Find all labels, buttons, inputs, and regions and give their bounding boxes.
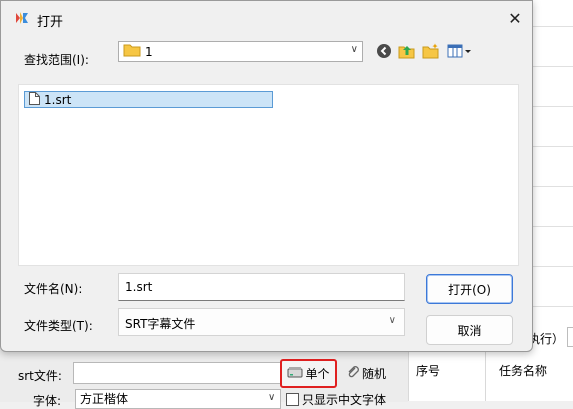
row-divider [533, 266, 573, 267]
chevron-down-icon[interactable]: ∨ [268, 392, 275, 403]
chevron-down-icon[interactable]: ∨ [351, 44, 358, 55]
checkbox-box[interactable] [286, 393, 299, 406]
close-icon[interactable]: ✕ [501, 7, 529, 29]
back-icon[interactable] [374, 41, 394, 61]
row-divider [533, 186, 573, 187]
single-button[interactable]: 单个 [280, 359, 337, 388]
execute-label: 执行） [528, 332, 565, 346]
column-divider [485, 352, 486, 401]
look-in-value: 1 [145, 44, 153, 59]
file-name: 1.srt [44, 92, 72, 107]
font-select[interactable]: 方正楷体 [75, 389, 281, 409]
srt-file-label: srt文件: [18, 369, 62, 383]
title-bar[interactable] [1, 1, 532, 35]
row-divider [533, 26, 573, 27]
up-folder-icon[interactable] [397, 41, 417, 61]
column-header-task-name[interactable]: 任务名称 [499, 362, 547, 379]
dialog-title: 打开 [37, 15, 64, 30]
random-button-label: 随机 [362, 366, 387, 381]
column-header-seq[interactable]: 序号 [416, 362, 440, 379]
row-divider [533, 306, 573, 307]
app-icon [14, 10, 30, 26]
chinese-only-checkbox[interactable]: 只显示中文字体 [286, 391, 386, 408]
new-folder-icon[interactable] [421, 41, 441, 61]
single-button-label: 单个 [305, 367, 330, 381]
row-divider [533, 66, 573, 67]
cancel-button[interactable]: 取消 [426, 315, 513, 345]
look-in-combo[interactable]: 1 ∨ [118, 41, 363, 62]
paperclip-icon [346, 365, 360, 382]
file-type-value: SRT字幕文件 [125, 317, 196, 331]
file-list-item[interactable]: 1.srt [24, 91, 273, 108]
open-file-dialog: 打开 ✕ 查找范围(I): 1 ∨ 1.srt 文件名(N): 1.srt 文件… [0, 0, 533, 352]
open-button[interactable]: 打开(O) [426, 274, 513, 304]
row-divider [533, 106, 573, 107]
file-type-select[interactable]: SRT字幕文件 ∨ [118, 308, 405, 336]
chinese-only-label: 只显示中文字体 [302, 393, 387, 407]
drive-icon [287, 365, 303, 382]
file-list[interactable] [18, 84, 519, 266]
look-in-label: 查找范围(I): [24, 53, 89, 67]
row-divider [533, 146, 573, 147]
srt-file-input[interactable] [73, 362, 285, 384]
chevron-down-icon[interactable]: ∨ [389, 315, 396, 326]
file-name-input[interactable]: 1.srt [118, 273, 405, 301]
file-type-label: 文件类型(T): [24, 319, 93, 333]
file-icon [29, 91, 40, 108]
row-divider [533, 226, 573, 227]
execute-field[interactable] [567, 327, 573, 347]
file-name-label: 文件名(N): [24, 282, 83, 296]
random-button[interactable]: 随机 [346, 362, 386, 384]
view-menu-icon[interactable] [446, 41, 474, 61]
folder-icon [123, 43, 141, 60]
